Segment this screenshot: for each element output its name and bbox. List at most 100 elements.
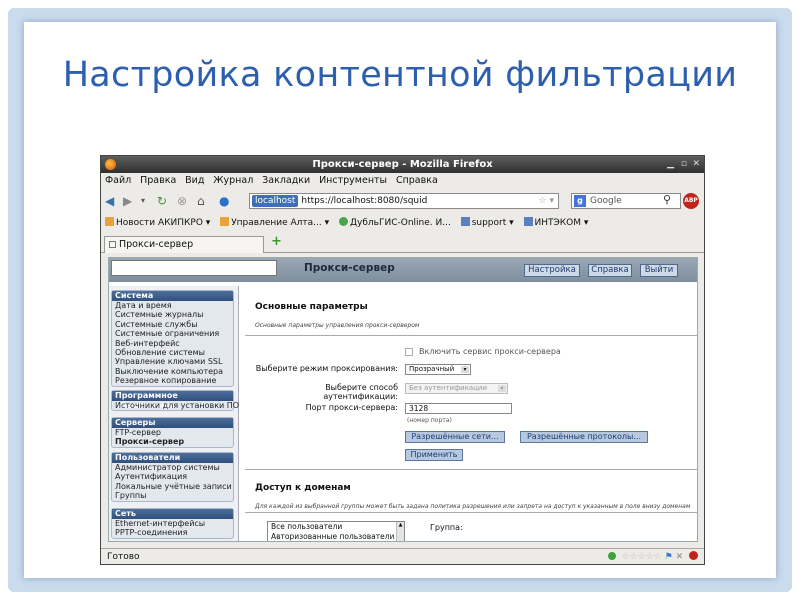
search-placeholder: Google	[590, 196, 622, 206]
history-dropdown-icon[interactable]: ▾	[141, 194, 145, 208]
browser-window: Прокси-сервер - Mozilla Firefox ▁ ▫ ✕ Фа…	[100, 155, 705, 565]
divider	[245, 512, 697, 513]
sidebar-item[interactable]: Администратор системы	[112, 463, 233, 472]
minimize-icon[interactable]: ▁	[667, 156, 674, 173]
port-hint: (номер порта)	[407, 417, 452, 424]
enable-proxy-checkbox[interactable]	[405, 348, 413, 356]
bookmark-item[interactable]: Новости АКИПКРО ▾	[105, 217, 210, 228]
google-icon[interactable]: g	[574, 195, 586, 207]
sidebar-item[interactable]: FTP-сервер	[112, 428, 233, 437]
sidebar-item[interactable]: Обновление системы	[112, 348, 233, 357]
proxy-mode-select[interactable]: Прозрачный ▾	[405, 364, 471, 375]
sidebar-group-servers: Серверы FTP-сервер Прокси-сервер	[111, 417, 234, 448]
url-text: https://localhost:8080/squid	[301, 196, 428, 206]
maximize-icon[interactable]: ▫	[681, 156, 687, 173]
auth-label: Выберите способ аутентификации:	[323, 383, 398, 401]
sidebar-group-title: Пользователи	[112, 453, 233, 463]
sidebar-group-system: Система Дата и время Системные журналы С…	[111, 290, 234, 387]
sidebar-item-proxy-server[interactable]: Прокси-сервер	[112, 437, 233, 446]
home-icon[interactable]: ⌂	[197, 194, 205, 208]
menu-history[interactable]: Журнал	[213, 175, 253, 186]
new-tab-icon[interactable]: +	[271, 234, 282, 249]
groups-listbox[interactable]: Все пользователи Авторизованные пользова…	[267, 521, 405, 541]
app-search-input[interactable]	[111, 260, 277, 276]
sidebar-item[interactable]: PPTP-соединения	[112, 528, 233, 537]
allowed-networks-button[interactable]: Разрешённые сети...	[405, 431, 505, 443]
stop-icon[interactable]: ⊗	[177, 194, 187, 208]
allowed-protocols-button[interactable]: Разрешённые протоколы...	[520, 431, 648, 443]
sidebar-item[interactable]: Ethernet-интерфейсы	[112, 519, 233, 528]
mode-label: Выберите режим проксирования:	[255, 364, 398, 373]
menu-file[interactable]: Файл	[105, 175, 131, 186]
sidebar-item[interactable]: Группы	[112, 491, 233, 500]
chevron-down-icon: ▾	[461, 366, 469, 373]
group-label: Группа:	[430, 523, 463, 532]
site-identity-icon[interactable]: ●	[219, 194, 229, 208]
adblock-status-icon[interactable]	[689, 551, 698, 560]
menu-view[interactable]: Вид	[185, 175, 204, 186]
sidebar-group-software: Программное обеспечение Источники для ус…	[111, 390, 239, 412]
back-icon[interactable]: ◀	[105, 194, 114, 208]
list-item[interactable]: Все пользователи	[268, 522, 404, 532]
menu-tools[interactable]: Инструменты	[319, 175, 387, 186]
menu-bookmarks[interactable]: Закладки	[262, 175, 310, 186]
status-icons: ☆☆☆☆☆ ⚑ ✕	[607, 549, 698, 564]
list-item[interactable]: Авторизованные пользователи	[268, 532, 404, 541]
security-status-icon[interactable]	[607, 552, 616, 560]
bookmark-item[interactable]: Управление Алта... ▾	[220, 217, 329, 228]
url-bar[interactable]: localhost https://localhost:8080/squid ☆ …	[249, 193, 559, 209]
listbox-scrollbar[interactable]: ▲	[396, 522, 404, 541]
bookmark-item[interactable]: ИНТЭКОМ ▾	[523, 217, 588, 228]
settings-button[interactable]: Настройка	[524, 264, 580, 277]
section-title-basic: Основные параметры	[255, 302, 368, 312]
divider	[245, 335, 697, 336]
page-content: Прокси-сервер Настройка Справка Выйти Си…	[108, 257, 698, 542]
slide-title: Настройка контентной фильтрации	[62, 55, 738, 95]
sidebar-item[interactable]: Локальные учётные записи	[112, 482, 233, 491]
bookmark-item[interactable]: ДубльГИС-Online. И...	[339, 217, 451, 228]
binoculars-icon[interactable]: ⚲	[663, 193, 671, 207]
bookmark-item[interactable]: support ▾	[460, 217, 514, 228]
window-titlebar[interactable]: Прокси-сервер - Mozilla Firefox ▁ ▫ ✕	[101, 156, 704, 173]
logout-button[interactable]: Выйти	[640, 264, 678, 277]
sidebar-group-title: Программное обеспечение	[112, 391, 233, 410]
sidebar-item[interactable]: Веб-интерфейс	[112, 339, 233, 348]
status-text: Готово	[107, 552, 140, 562]
sidebar-group-title: Сеть	[112, 509, 233, 519]
sidebar-group-network: Сеть Ethernet-интерфейсы PPTP-соединения	[111, 508, 234, 539]
sidebar-item[interactable]: Резервное копирование	[112, 376, 233, 385]
sidebar-group-title: Серверы	[112, 418, 233, 428]
forward-icon[interactable]: ▶	[123, 194, 132, 208]
folder-icon	[460, 217, 470, 226]
app-header: Прокси-сервер Настройка Справка Выйти	[109, 258, 697, 282]
folder-icon	[523, 217, 533, 226]
sidebar-item[interactable]: Системные службы	[112, 320, 233, 329]
sidebar-item[interactable]: Системные ограничения	[112, 329, 233, 338]
tab-proxy-server[interactable]: Прокси-сервер	[104, 236, 264, 253]
rating-stars-icon[interactable]: ☆☆☆☆☆	[621, 552, 661, 562]
apply-button[interactable]: Применить	[405, 449, 463, 461]
sidebar-item[interactable]: Выключение компьютера	[112, 367, 233, 376]
help-button[interactable]: Справка	[588, 264, 632, 277]
url-badge[interactable]: localhost	[252, 195, 299, 207]
close-small-icon[interactable]: ✕	[676, 552, 684, 562]
sidebar-item[interactable]: Управление ключами SSL	[112, 357, 233, 366]
bookmark-star-icon[interactable]: ☆ ▾	[539, 194, 554, 208]
sidebar-item[interactable]: Аутентификация	[112, 472, 233, 481]
reload-icon[interactable]: ↻	[157, 194, 167, 208]
main-panel: Основные параметры Основные параметры уп…	[245, 286, 697, 541]
close-icon[interactable]: ✕	[692, 156, 700, 173]
sidebar-item[interactable]: Дата и время	[112, 301, 233, 310]
proxy-port-input[interactable]: 3128	[405, 403, 512, 414]
menu-help[interactable]: Справка	[396, 175, 438, 186]
sidebar-item[interactable]: Системные журналы	[112, 310, 233, 319]
chevron-down-icon: ▾	[498, 385, 506, 392]
addon-icon[interactable]: ⚑	[665, 552, 673, 562]
sidebar-group-users: Пользователи Администратор системы Аутен…	[111, 452, 234, 502]
adblock-icon[interactable]: ABP	[683, 193, 699, 209]
app-title: Прокси-сервер	[304, 262, 395, 274]
auth-method-select[interactable]: Без аутентификации ▾	[405, 383, 508, 394]
folder-icon	[220, 217, 230, 226]
sidebar-item[interactable]: Источники для установки ПО	[112, 401, 239, 410]
menu-edit[interactable]: Правка	[140, 175, 176, 186]
